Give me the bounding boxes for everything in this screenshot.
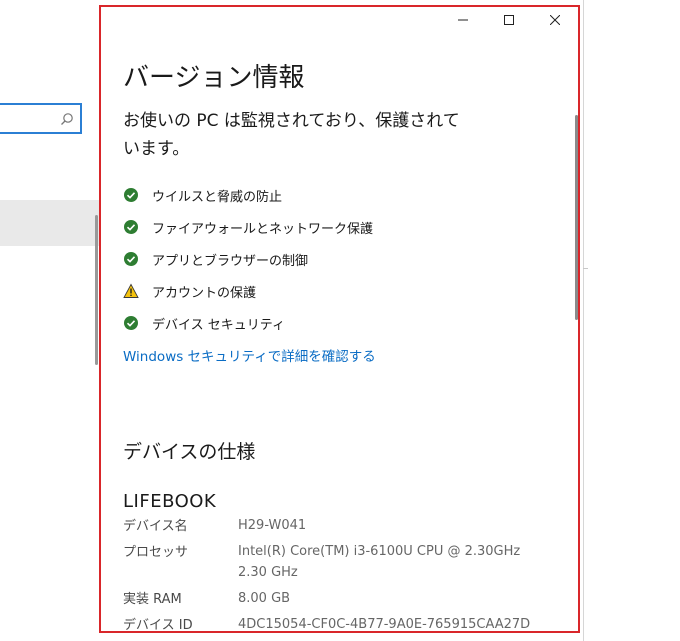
status-label: ファイアウォールとネットワーク保護	[152, 221, 374, 237]
device-brand: LIFEBOOK	[123, 491, 217, 512]
spec-key: デバイス名	[123, 519, 188, 534]
background-window	[0, 0, 100, 641]
content-scrollbar[interactable]	[575, 115, 578, 320]
status-label: デバイス セキュリティ	[152, 317, 285, 333]
close-icon	[550, 15, 560, 25]
status-item-firewall[interactable]: ファイアウォールとネットワーク保護	[123, 217, 373, 237]
maximize-button[interactable]	[486, 7, 532, 33]
spec-value: 8.00 GB	[238, 591, 291, 606]
status-item-account-protection[interactable]: アカウントの保護	[123, 281, 256, 301]
device-spec-heading: デバイスの仕様	[123, 441, 256, 463]
background-window-header	[0, 0, 100, 200]
title-bar[interactable]	[101, 7, 578, 33]
background-divider	[583, 268, 588, 269]
spec-key: 実装 RAM	[123, 592, 182, 607]
background-scrollbar[interactable]	[95, 215, 98, 365]
status-item-virus-protection[interactable]: ウイルスと脅威の防止	[123, 185, 282, 205]
desktop-background	[582, 0, 680, 641]
close-button[interactable]	[532, 7, 578, 33]
protection-message: お使いの PC は監視されており、保護されています。	[123, 111, 460, 159]
background-selected-item[interactable]	[0, 200, 100, 246]
spec-key: プロセッサ	[123, 545, 189, 560]
spec-value-secondary: 2.30 GHz	[238, 565, 298, 580]
spec-key: デバイス ID	[123, 618, 193, 633]
check-circle-icon	[123, 315, 139, 331]
minimize-icon	[458, 19, 468, 21]
check-circle-icon	[123, 187, 139, 203]
status-item-device-security[interactable]: デバイス セキュリティ	[123, 313, 285, 333]
status-label: ウイルスと脅威の防止	[152, 189, 283, 205]
status-item-app-browser-control[interactable]: アプリとブラウザーの制御	[123, 249, 308, 269]
about-window: バージョン情報 お使いの PC は監視されており、保護されています。 ウイルスと…	[99, 5, 580, 633]
check-circle-icon	[123, 219, 139, 235]
check-circle-icon	[123, 251, 139, 267]
security-details-link[interactable]: Windows セキュリティで詳細を確認する	[123, 345, 376, 365]
status-label: アプリとブラウザーの制御	[152, 253, 309, 269]
background-search-box[interactable]	[0, 103, 82, 134]
background-window-edge	[583, 0, 584, 641]
page-title: バージョン情報	[123, 63, 305, 93]
spec-value: 4DC15054-CF0C-4B77-9A0E-765915CAA27D	[238, 617, 531, 632]
maximize-icon	[504, 15, 514, 25]
spec-value: H29-W041	[238, 518, 307, 533]
minimize-button[interactable]	[440, 7, 486, 33]
spec-value: Intel(R) Core(TM) i3-6100U CPU @ 2.30GHz	[238, 544, 521, 559]
status-label: アカウントの保護	[152, 285, 257, 301]
search-icon[interactable]	[60, 111, 74, 125]
warning-triangle-icon	[123, 283, 139, 299]
